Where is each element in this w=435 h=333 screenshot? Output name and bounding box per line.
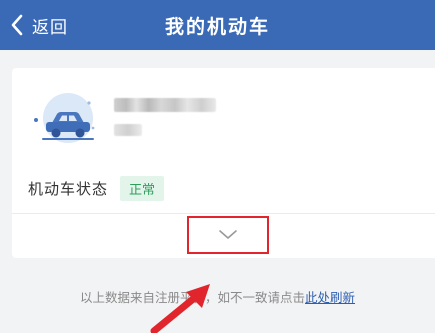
vehicle-status-row: 机动车状态 正常 <box>28 176 165 201</box>
vehicle-info-redacted <box>114 124 142 136</box>
divider <box>12 213 435 214</box>
refresh-link[interactable]: 此处刷新 <box>305 290 355 305</box>
car-icon <box>30 92 100 148</box>
vehicle-card: 机动车状态 正常 <box>12 68 435 258</box>
red-arrow-icon <box>140 280 220 333</box>
page-title: 我的机动车 <box>164 16 270 38</box>
license-plate-redacted <box>114 98 216 112</box>
status-badge: 正常 <box>120 176 165 201</box>
my-vehicles-page: 返回 我的机动车 机动车状态 正常 此处刷新 <box>0 0 435 333</box>
chevron-down-icon <box>218 226 238 245</box>
top-navigation-bar: 返回 我的机动车 <box>0 0 435 50</box>
expand-details-button[interactable] <box>187 216 269 254</box>
vehicle-status-label: 机动车状态 <box>28 180 109 198</box>
